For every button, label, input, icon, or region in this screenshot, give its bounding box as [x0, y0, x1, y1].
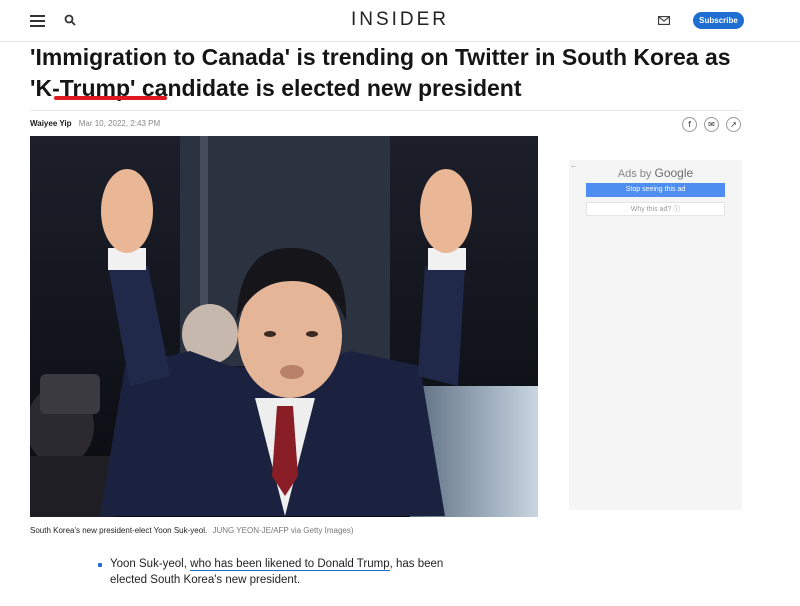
email-icon[interactable]: ✉ — [704, 117, 719, 132]
ads-by-label: Ads by — [617, 168, 655, 180]
facebook-icon[interactable]: f — [682, 117, 697, 132]
article-headline: 'Immigration to Canada' is trending on T… — [30, 42, 760, 104]
byline: Waiyee Yip Mar 10, 2022, 2:43 PM — [30, 119, 160, 128]
divider — [30, 110, 742, 111]
why-this-ad-button[interactable]: Why this ad? ⓘ — [586, 202, 725, 216]
headline-text-end: candidate is elected new president — [135, 75, 522, 101]
bullet-text-start: Yoon Suk-yeol, — [110, 558, 191, 570]
publish-date: Mar 10, 2022, 2:43 PM — [78, 119, 161, 128]
red-underline-annotation — [54, 96, 167, 100]
ads-by-google-label: Ads by Google — [569, 166, 742, 180]
search-icon[interactable] — [64, 14, 76, 26]
photo-caption: South Korea's new president-elect Yoon S… — [30, 526, 354, 535]
summary-bullet: Yoon Suk-yeol, who has been likened to D… — [110, 556, 470, 588]
bullet-link[interactable]: who has been likened to Donald Trump — [190, 558, 390, 571]
ad-panel: ← Ads by Google Stop seeing this ad Why … — [569, 160, 742, 510]
bullet-marker — [98, 563, 102, 567]
headline-text-start: 'Immigration to Canada' is trending on T… — [30, 44, 731, 70]
subscribe-button[interactable]: Subscribe — [693, 12, 744, 29]
president-elect-photo — [30, 136, 538, 517]
share-icon[interactable]: ↗ — [726, 117, 741, 132]
caption-text: South Korea's new president-elect Yoon S… — [30, 526, 208, 535]
photo-credit: JUNG YEON-JE/AFP via Getty Images) — [212, 526, 354, 535]
top-navigation-bar: INSIDER Subscribe — [0, 0, 800, 42]
google-label: Google — [654, 166, 694, 180]
hamburger-menu-icon[interactable] — [30, 15, 45, 27]
newsletter-mail-icon[interactable] — [658, 16, 670, 25]
stop-seeing-ad-button[interactable]: Stop seeing this ad — [586, 183, 725, 197]
hero-photo — [30, 136, 538, 517]
author-name[interactable]: Waiyee Yip — [30, 119, 72, 128]
site-logo[interactable]: INSIDER — [0, 9, 800, 31]
